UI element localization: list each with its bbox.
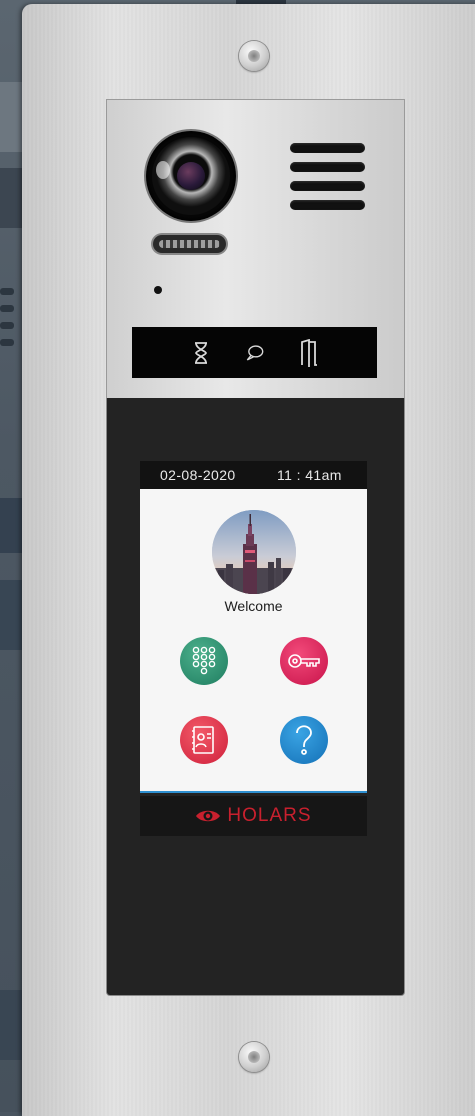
microphone-hole <box>154 286 162 294</box>
eye-logo-icon <box>196 810 221 822</box>
speaker-grille <box>290 143 365 219</box>
keypad-button[interactable] <box>180 637 228 685</box>
date-text: 02-08-2020 <box>160 467 236 483</box>
key-icon <box>288 654 320 668</box>
time-text: 11 : 41am <box>277 467 342 483</box>
key-button[interactable] <box>280 637 328 685</box>
background-menu-lines <box>0 288 14 356</box>
holars-logo: HOLARS <box>140 796 367 836</box>
contacts-book-icon <box>192 726 214 754</box>
speech-bubble-icon <box>245 339 265 367</box>
question-icon <box>296 725 312 755</box>
lcd-screen: 02-08-2020 11 : 41am Welcome <box>140 461 367 793</box>
bottom-screw <box>239 1042 269 1072</box>
infrared-led-strip <box>153 235 226 253</box>
city-skyline-avatar <box>212 510 296 594</box>
screen-accent-line <box>140 791 367 793</box>
contacts-button[interactable] <box>180 716 228 764</box>
top-screw <box>239 41 269 71</box>
status-indicator-bar <box>132 327 377 378</box>
brand-wordmark: HOLARS <box>227 805 312 826</box>
help-button[interactable] <box>280 716 328 764</box>
hourglass-icon <box>191 339 211 367</box>
keypad-icon <box>192 646 216 675</box>
welcome-text: Welcome <box>224 598 283 614</box>
door-icon <box>299 338 319 367</box>
screen-status-bar: 02-08-2020 11 : 41am <box>140 461 367 489</box>
camera-lens <box>146 131 236 221</box>
